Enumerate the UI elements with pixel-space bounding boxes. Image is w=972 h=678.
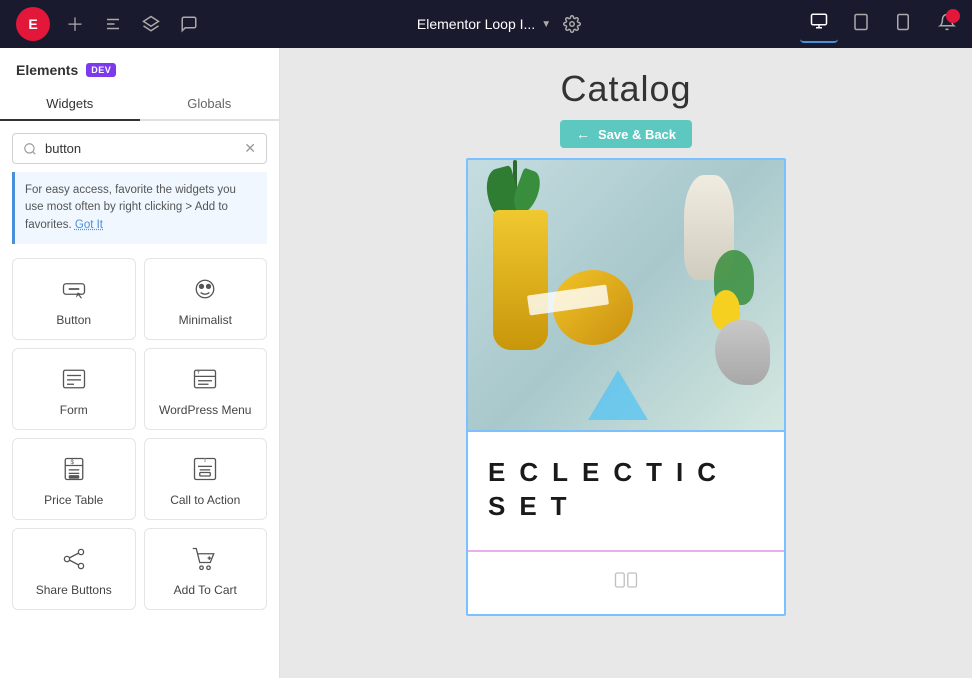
topbar: E ＋ Elementor Loop I... ▼ <box>0 0 972 48</box>
minimalist-widget-label: Minimalist <box>179 313 232 327</box>
svg-text:T: T <box>197 370 200 375</box>
layers-button[interactable] <box>138 11 164 37</box>
search-clear-button[interactable]: ✕ <box>244 140 256 157</box>
hint-box: For easy access, favorite the widgets yo… <box>12 172 267 244</box>
button-widget-icon <box>60 273 88 305</box>
eclectic-line-1: ECLECTIC <box>488 456 764 490</box>
tab-globals[interactable]: Globals <box>140 88 280 121</box>
widget-card-share-buttons[interactable]: Share Buttons <box>12 528 136 610</box>
form-widget-label: Form <box>60 403 88 417</box>
tall-vase <box>493 210 548 350</box>
eclectic-line-2: SET <box>488 490 764 524</box>
notifications-button[interactable] <box>938 13 956 36</box>
tablet-device-button[interactable] <box>842 6 880 43</box>
gear-icon[interactable] <box>559 11 585 37</box>
save-back-button[interactable]: ← Save & Back <box>560 120 692 148</box>
add-button[interactable]: ＋ <box>62 7 88 41</box>
notification-badge <box>946 9 960 23</box>
topbar-center: Elementor Loop I... ▼ <box>417 11 585 37</box>
widget-card-add-to-cart[interactable]: Add To Cart <box>144 528 268 610</box>
button-widget-label: Button <box>56 313 91 327</box>
canvas-area: Catalog ← Save & Back <box>280 48 972 678</box>
dev-badge: DEV <box>86 63 116 77</box>
form-widget-icon <box>60 363 88 395</box>
elementor-logo[interactable]: E <box>16 7 50 41</box>
canvas-frame: ‹ ECLECTIC SET <box>466 158 786 616</box>
minimalist-widget-icon <box>191 273 219 305</box>
share-buttons-widget-icon <box>60 543 88 575</box>
comments-button[interactable] <box>176 11 202 37</box>
widgets-grid: Button Minimalist <box>0 254 279 622</box>
sidebar-header: Elements DEV <box>0 48 279 78</box>
topbar-left: E ＋ <box>16 7 202 41</box>
call-to-action-widget-label: Call to Action <box>170 493 240 507</box>
widget-card-price-table[interactable]: $ Price Table <box>12 438 136 520</box>
canvas-image-section: ‹ <box>468 160 784 430</box>
device-switcher <box>800 6 922 43</box>
wordpress-menu-widget-label: WordPress Menu <box>159 403 251 417</box>
add-to-cart-widget-icon <box>191 543 219 575</box>
tab-widgets[interactable]: Widgets <box>0 88 140 121</box>
widget-card-form[interactable]: Form <box>12 348 136 430</box>
sidebar: Elements DEV Widgets Globals ✕ For easy … <box>0 48 280 678</box>
call-to-action-widget-icon <box>191 453 219 485</box>
main-layout: Elements DEV Widgets Globals ✕ For easy … <box>0 48 972 678</box>
app-title: Elementor Loop I... <box>417 16 535 32</box>
desktop-device-button[interactable] <box>800 6 838 43</box>
save-back-label: Save & Back <box>598 127 676 142</box>
hint-link[interactable]: Got It <box>75 219 103 231</box>
sidebar-title: Elements <box>16 62 78 78</box>
sidebar-tabs: Widgets Globals <box>0 88 279 121</box>
add-to-cart-widget-label: Add To Cart <box>174 583 237 597</box>
price-table-widget-label: Price Table <box>44 493 103 507</box>
blue-triangle <box>588 370 648 420</box>
widget-card-wordpress-menu[interactable]: T WordPress Menu <box>144 348 268 430</box>
canvas-title: Catalog <box>560 68 691 110</box>
back-arrow-icon: ← <box>576 126 590 142</box>
widget-card-call-to-action[interactable]: Call to Action <box>144 438 268 520</box>
chevron-down-icon: ▼ <box>541 19 551 30</box>
widget-card-button[interactable]: Button <box>12 258 136 340</box>
hint-text: For easy access, favorite the widgets yo… <box>25 184 236 231</box>
canvas-text-section: ECLECTIC SET <box>468 430 784 550</box>
logo-letter: E <box>28 16 37 32</box>
topbar-right <box>800 6 956 43</box>
svg-text:$: $ <box>70 459 74 466</box>
settings-panel-button[interactable] <box>100 11 126 37</box>
price-table-widget-icon: $ <box>60 453 88 485</box>
search-input[interactable] <box>45 141 236 156</box>
canvas-bottom-section <box>468 550 784 614</box>
share-buttons-widget-label: Share Buttons <box>36 583 112 597</box>
widget-card-minimalist[interactable]: Minimalist <box>144 258 268 340</box>
loop-icon <box>612 566 640 600</box>
search-bar: ✕ <box>12 133 267 164</box>
mobile-device-button[interactable] <box>884 6 922 43</box>
wordpress-menu-widget-icon: T <box>191 363 219 395</box>
eclectic-text: ECLECTIC SET <box>488 456 764 524</box>
title-dropdown[interactable]: Elementor Loop I... ▼ <box>417 16 551 32</box>
search-icon <box>23 142 37 156</box>
